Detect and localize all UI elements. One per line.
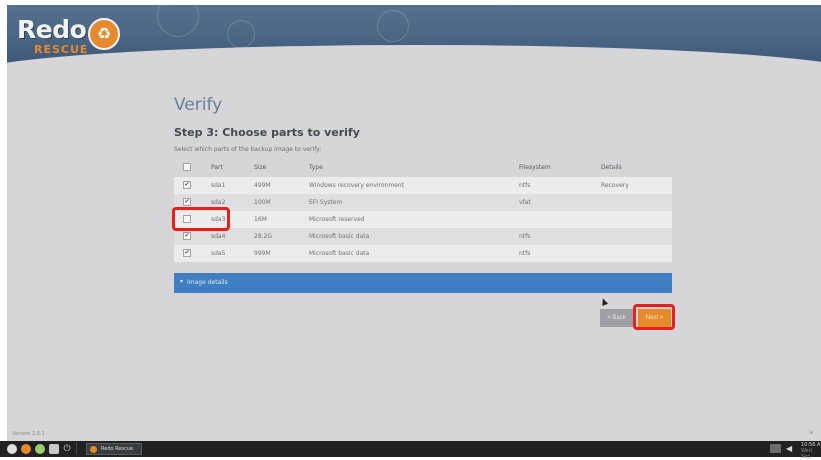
header-wave <box>7 45 821 63</box>
taskbar-item-redo-rescue[interactable]: Redo Rescue <box>86 443 142 455</box>
clock-date: Wed Sep <box>801 448 812 460</box>
back-button[interactable]: < Back <box>600 309 633 327</box>
power-icon[interactable]: ⏻ <box>62 444 72 454</box>
table-row[interactable]: ✔ sda1 499M Windows recovery environment… <box>174 177 672 194</box>
row-part: sda2 <box>211 199 226 206</box>
row-part: sda5 <box>211 250 226 257</box>
menu-icon[interactable] <box>7 444 17 454</box>
table-row[interactable]: ✔ sda4 28.2G Microsoft basic data ntfs <box>174 228 672 245</box>
highlight-next-button <box>633 304 675 330</box>
highlight-sda3-checkbox <box>172 207 230 231</box>
step-hint: Select which parts of the backup image t… <box>174 146 322 153</box>
row-size: 499M <box>254 182 271 189</box>
table-row[interactable]: ✔ sda5 999M Microsoft basic data ntfs <box>174 245 672 262</box>
mouse-cursor-icon <box>599 297 609 306</box>
expand-arrow-icon: ▾ <box>180 278 184 285</box>
image-details-label: Image details <box>187 279 228 286</box>
row-type: Microsoft basic data <box>309 233 370 240</box>
row-filesystem: vfat <box>519 199 531 206</box>
image-details-expander[interactable]: ▾ Image details <box>174 273 672 293</box>
header-decoration <box>157 5 199 37</box>
row-checkbox[interactable]: ✔ <box>183 249 191 257</box>
row-checkbox[interactable]: ✔ <box>183 181 191 189</box>
taskbar-separator <box>76 443 77 455</box>
row-checkbox[interactable]: ✔ <box>183 232 191 240</box>
recycle-icon: ♻ <box>88 18 120 50</box>
column-header-filesystem: Filesystem <box>519 164 551 171</box>
step-title: Step 3: Choose parts to verify <box>174 126 360 139</box>
row-size: 100M <box>254 199 271 206</box>
screen: Redo RESCUE ♻ Verify Step 3: Choose part… <box>0 0 821 460</box>
row-size: 16M <box>254 216 267 223</box>
row-size: 28.2G <box>254 233 273 240</box>
task-label: Redo Rescue <box>101 446 134 452</box>
row-type: Windows recovery environment <box>309 182 405 189</box>
row-details: Recovery <box>601 182 629 189</box>
table-row[interactable]: ✔ sda2 100M EFI System vfat <box>174 194 672 211</box>
row-part: sda1 <box>211 182 226 189</box>
logo-subtext: RESCUE <box>34 43 89 56</box>
row-type: Microsoft reserved <box>309 216 365 223</box>
header-decoration <box>227 20 255 48</box>
column-header-part: Part <box>211 164 223 171</box>
app-header: Redo RESCUE ♻ <box>7 5 821 63</box>
resize-grip-icon[interactable]: ⇲ <box>808 429 813 436</box>
app-window: Redo RESCUE ♻ Verify Step 3: Choose part… <box>7 5 821 441</box>
clock[interactable]: 10:56 A Wed Sep <box>801 442 821 460</box>
row-filesystem: ntfs <box>519 250 531 257</box>
browser-launcher-icon[interactable] <box>35 444 45 454</box>
files-launcher-icon[interactable] <box>49 444 59 454</box>
volume-icon[interactable]: ◀ <box>786 444 792 453</box>
row-type: EFI System <box>309 199 343 206</box>
taskbar: ⏻ Redo Rescue ◀ 10:56 A Wed Sep <box>0 441 821 460</box>
column-header-details: Details <box>601 164 622 171</box>
row-size: 999M <box>254 250 271 257</box>
redo-task-icon <box>90 446 97 453</box>
row-filesystem: ntfs <box>519 182 531 189</box>
redo-launcher-icon[interactable] <box>21 444 31 454</box>
logo-text: Redo <box>17 15 87 44</box>
page-title: Verify <box>174 95 223 115</box>
column-header-size: Size <box>254 164 267 171</box>
row-checkbox[interactable]: ✔ <box>183 198 191 206</box>
network-icon[interactable] <box>770 444 781 453</box>
row-part: sda4 <box>211 233 226 240</box>
table-header: Part Size Type Filesystem Details <box>174 159 672 176</box>
table-row[interactable]: sda3 16M Microsoft reserved <box>174 211 672 228</box>
row-type: Microsoft basic data <box>309 250 370 257</box>
version-label: Version 2.0.1 <box>12 431 45 437</box>
row-filesystem: ntfs <box>519 233 531 240</box>
column-header-type: Type <box>309 164 323 171</box>
header-decoration <box>377 10 409 42</box>
select-all-checkbox[interactable] <box>183 163 191 171</box>
